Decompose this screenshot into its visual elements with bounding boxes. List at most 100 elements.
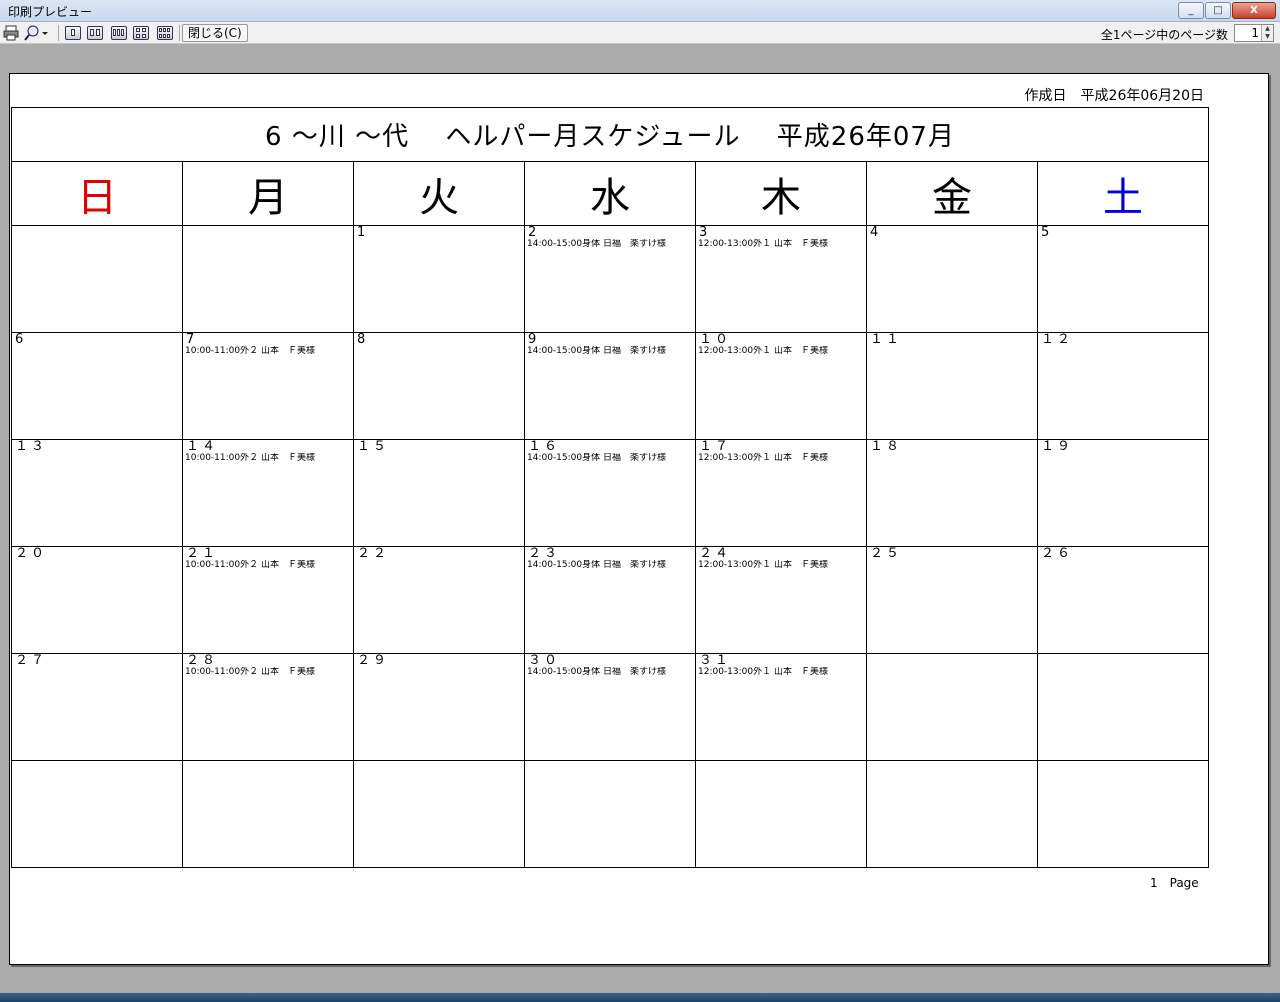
schedule-entry: 14:00-15:00身体 日福 楽すけ様 [527, 239, 666, 249]
day-cell: ３０ 14:00-15:00身体 日福 楽すけ様 [524, 653, 696, 761]
day-cell: 1 [353, 225, 525, 333]
schedule-entry: 14:00-15:00身体 日福 楽すけ様 [527, 453, 666, 463]
day-number: 6 [15, 332, 27, 347]
day-cell: ２９ [353, 653, 525, 761]
page-number-value: 1 [1251, 26, 1259, 40]
day-number: １１ [870, 332, 903, 347]
stepper-arrows-icon[interactable]: ▲ ▼ [1261, 25, 1273, 41]
day-cell: ２０ [11, 546, 183, 654]
day-cell [11, 760, 183, 868]
schedule-entry: 12:00-13:00外１ 山本 Ｆ美様 [698, 346, 828, 356]
day-number: １６ [528, 439, 561, 454]
schedule-entry: 10:00-11:00外２ 山本 Ｆ美様 [185, 560, 315, 570]
day-number: ２６ [1041, 546, 1074, 561]
day-cell: ３１ 12:00-13:00外１ 山本 Ｆ美様 [695, 653, 867, 761]
weekday-header: 日 [11, 161, 183, 226]
schedule-entry: 10:00-11:00外２ 山本 Ｆ美様 [185, 346, 315, 356]
week-row: ２７ ２８ 10:00-11:00外２ 山本 Ｆ美様 ２９ ３０ 14:00-15:00身… [11, 653, 1209, 761]
print-icon[interactable] [3, 25, 19, 41]
weekday-header: 水 [524, 161, 696, 226]
day-number: ２３ [528, 546, 561, 561]
day-cell: 4 [866, 225, 1038, 333]
minimize-button[interactable]: _ [1178, 2, 1204, 19]
page-count-label: 全1ページ中のページ数 [1100, 28, 1228, 42]
day-cell [11, 225, 183, 333]
schedule-entry: 12:00-13:00外１ 山本 Ｆ美様 [698, 560, 828, 570]
day-number: １３ [15, 439, 48, 454]
title-bar: 印刷プレビュー _ □ X [0, 0, 1280, 22]
day-cell: 2 14:00-15:00身体 日福 楽すけ様 [524, 225, 696, 333]
day-cell: １６ 14:00-15:00身体 日福 楽すけ様 [524, 439, 696, 547]
day-cell: ２１ 10:00-11:00外２ 山本 Ｆ美様 [182, 546, 354, 654]
week-row: 6 7 10:00-11:00外２ 山本 Ｆ美様 8 9 14:00-15:00身体 日福… [11, 332, 1209, 440]
day-cell [353, 760, 525, 868]
created-date: 作成日 平成26年06月20日 [1024, 88, 1204, 104]
day-number: ２７ [15, 653, 48, 668]
day-number: 7 [186, 332, 198, 347]
day-number: ２８ [186, 653, 219, 668]
day-cell: 8 [353, 332, 525, 440]
one-page-icon[interactable] [65, 26, 81, 40]
day-number: 1 [357, 225, 369, 240]
weekday-header: 金 [866, 161, 1038, 226]
week-row: 1 2 14:00-15:00身体 日福 楽すけ様 3 12:00-13:00外１ 山本… [11, 225, 1209, 333]
schedule-title: 6 ～川 ～代 ヘルパー月スケジュール 平成26年07月 [11, 107, 1209, 162]
page-footer: 1 Page [1150, 876, 1199, 890]
maximize-button[interactable]: □ [1205, 2, 1231, 19]
window-controls: _ □ X [1178, 2, 1276, 19]
weekday-header: 月 [182, 161, 354, 226]
day-cell: １９ [1037, 439, 1209, 547]
day-cell: １７ 12:00-13:00外１ 山本 Ｆ美様 [695, 439, 867, 547]
schedule-entry: 10:00-11:00外２ 山本 Ｆ美様 [185, 667, 315, 677]
day-number: ２１ [186, 546, 219, 561]
day-cell: １０ 12:00-13:00外１ 山本 Ｆ美様 [695, 332, 867, 440]
day-cell: 7 10:00-11:00外２ 山本 Ｆ美様 [182, 332, 354, 440]
day-cell [866, 760, 1038, 868]
toolbar-separator [179, 25, 180, 41]
day-number: １９ [1041, 439, 1074, 454]
day-cell: ２２ [353, 546, 525, 654]
day-cell: 3 12:00-13:00外１ 山本 Ｆ美様 [695, 225, 867, 333]
week-row: ２０ ２１ 10:00-11:00外２ 山本 Ｆ美様 ２２ ２３ 14:00-15:00身… [11, 546, 1209, 654]
day-number: 9 [528, 332, 540, 347]
week-row: １３ １４ 10:00-11:00外２ 山本 Ｆ美様 １５ １６ 14:00-15:00身… [11, 439, 1209, 547]
window-title: 印刷プレビュー [8, 5, 93, 19]
day-number: ２２ [357, 546, 390, 561]
page-number-stepper[interactable]: 1 ▲ ▼ [1234, 24, 1274, 42]
two-page-icon[interactable] [87, 26, 103, 40]
four-page-icon[interactable] [133, 26, 149, 40]
schedule-entry: 12:00-13:00外１ 山本 Ｆ美様 [698, 667, 828, 677]
week-row [11, 760, 1209, 868]
close-preview-button[interactable]: 閉じる(C) [182, 24, 248, 42]
day-cell [1037, 760, 1209, 868]
day-number: １４ [186, 439, 219, 454]
zoom-icon[interactable] [24, 25, 50, 41]
schedule-entry: 12:00-13:00外１ 山本 Ｆ美様 [698, 239, 828, 249]
day-cell: １８ [866, 439, 1038, 547]
day-cell [524, 760, 696, 868]
day-cell: ２６ [1037, 546, 1209, 654]
day-cell: 9 14:00-15:00身体 日福 楽すけ様 [524, 332, 696, 440]
day-number: １０ [699, 332, 732, 347]
day-cell: ２５ [866, 546, 1038, 654]
schedule-entry: 12:00-13:00外１ 山本 Ｆ美様 [698, 453, 828, 463]
day-number: 3 [699, 225, 711, 240]
schedule-entry: 14:00-15:00身体 日福 楽すけ様 [527, 346, 666, 356]
day-cell: １５ [353, 439, 525, 547]
three-page-icon[interactable] [111, 26, 127, 40]
weekday-header-row: 日月火水木金土 [11, 161, 1209, 226]
close-window-button[interactable]: X [1232, 2, 1276, 19]
schedule-table: 6 ～川 ～代 ヘルパー月スケジュール 平成26年07月 日月火水木金土 1 21… [11, 107, 1209, 868]
six-page-icon[interactable] [157, 26, 173, 40]
weekday-header: 木 [695, 161, 867, 226]
day-cell: ２４ 12:00-13:00外１ 山本 Ｆ美様 [695, 546, 867, 654]
day-number: １７ [699, 439, 732, 454]
schedule-entry: 14:00-15:00身体 日福 楽すけ様 [527, 667, 666, 677]
day-cell [182, 760, 354, 868]
day-cell [695, 760, 867, 868]
day-cell: ２７ [11, 653, 183, 761]
weekday-header: 火 [353, 161, 525, 226]
day-cell [1037, 653, 1209, 761]
day-number: ３０ [528, 653, 561, 668]
day-number: 5 [1041, 225, 1053, 240]
